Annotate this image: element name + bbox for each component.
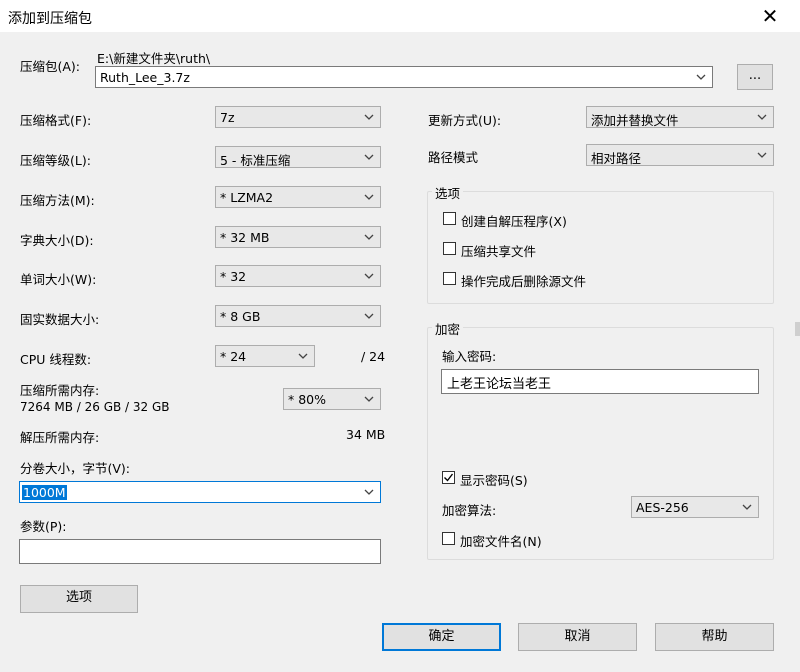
archive-path: E:\新建文件夹\ruth\ bbox=[97, 51, 211, 66]
chevron-down-icon bbox=[364, 194, 374, 200]
volume-combo[interactable]: 1000M bbox=[19, 481, 381, 503]
encryption-method-select[interactable]: AES-256 bbox=[631, 496, 759, 518]
archive-filename: Ruth_Lee_3.7z bbox=[100, 70, 190, 85]
delete-checkbox[interactable] bbox=[443, 272, 456, 285]
mem-decompress-value: 34 MB bbox=[346, 427, 386, 442]
password-input[interactable]: 上老王论坛当老王 bbox=[441, 369, 759, 394]
update-label: 更新方式(U): bbox=[428, 113, 502, 128]
archive-filename-combo[interactable]: Ruth_Lee_3.7z bbox=[95, 66, 713, 88]
archive-label: 压缩包(A): bbox=[20, 59, 81, 74]
chevron-down-icon bbox=[364, 396, 374, 402]
mem-compress-label: 压缩所需内存: bbox=[20, 383, 100, 398]
encrypt-names-label: 加密文件名(N) bbox=[460, 534, 542, 549]
sfx-label: 创建自解压程序(X) bbox=[461, 214, 567, 229]
path-mode-label: 路径模式 bbox=[428, 150, 479, 165]
level-select[interactable]: 5 - 标准压缩 bbox=[215, 146, 381, 168]
params-label: 参数(P): bbox=[20, 519, 67, 534]
window-edge bbox=[793, 32, 800, 672]
browse-button[interactable]: ... bbox=[737, 64, 773, 90]
edge-mark bbox=[795, 322, 800, 336]
method-label: 压缩方法(M): bbox=[20, 193, 95, 208]
chevron-down-icon bbox=[364, 313, 374, 319]
format-select[interactable]: 7z bbox=[215, 106, 381, 128]
window-title: 添加到压缩包 bbox=[8, 11, 92, 27]
method-value: * LZMA2 bbox=[220, 190, 274, 205]
show-password-label: 显示密码(S) bbox=[460, 473, 528, 488]
chevron-down-icon bbox=[364, 489, 374, 495]
level-label: 压缩等级(L): bbox=[20, 153, 91, 168]
word-value: * 32 bbox=[220, 269, 247, 284]
chevron-down-icon bbox=[757, 114, 767, 120]
shared-checkbox[interactable] bbox=[443, 242, 456, 255]
method-select[interactable]: * LZMA2 bbox=[215, 186, 381, 208]
encryption-method-value: AES-256 bbox=[636, 500, 689, 515]
path-mode-select[interactable]: 相对路径 bbox=[586, 144, 774, 166]
shared-label: 压缩共享文件 bbox=[461, 244, 537, 259]
solid-label: 固实数据大小: bbox=[20, 312, 100, 327]
title-bar bbox=[0, 0, 800, 32]
solid-select[interactable]: * 8 GB bbox=[215, 305, 381, 327]
format-value: 7z bbox=[220, 110, 235, 125]
volume-value: 1000M bbox=[22, 485, 67, 500]
options-group-title: 选项 bbox=[432, 183, 464, 202]
threads-value: * 24 bbox=[220, 349, 247, 364]
check-icon bbox=[444, 473, 454, 482]
level-value: 5 - 标准压缩 bbox=[220, 153, 291, 168]
chevron-down-icon bbox=[364, 273, 374, 279]
threads-max: / 24 bbox=[361, 349, 386, 364]
close-icon[interactable]: ✕ bbox=[758, 4, 782, 28]
word-label: 单词大小(W): bbox=[20, 272, 97, 287]
update-select[interactable]: 添加并替换文件 bbox=[586, 106, 774, 128]
chevron-down-icon bbox=[298, 353, 308, 359]
threads-label: CPU 线程数: bbox=[20, 352, 92, 367]
help-button[interactable]: 帮助 bbox=[655, 623, 774, 651]
mem-compress-detail: 7264 MB / 26 GB / 32 GB bbox=[20, 400, 170, 414]
mem-percent-value: * 80% bbox=[288, 392, 327, 407]
chevron-down-icon bbox=[742, 504, 752, 510]
chevron-down-icon bbox=[696, 74, 706, 80]
show-password-checkbox[interactable] bbox=[442, 471, 455, 484]
encryption-group-title: 加密 bbox=[432, 319, 464, 338]
word-select[interactable]: * 32 bbox=[215, 265, 381, 287]
path-mode-value: 相对路径 bbox=[591, 151, 642, 166]
mem-percent-select[interactable]: * 80% bbox=[283, 388, 381, 410]
encryption-method-label: 加密算法: bbox=[442, 503, 497, 518]
mem-decompress-label: 解压所需内存: bbox=[20, 430, 100, 445]
dict-select[interactable]: * 32 MB bbox=[215, 226, 381, 248]
dict-label: 字典大小(D): bbox=[20, 233, 94, 248]
sfx-checkbox[interactable] bbox=[443, 212, 456, 225]
params-input[interactable] bbox=[19, 539, 381, 564]
chevron-down-icon bbox=[364, 114, 374, 120]
chevron-down-icon bbox=[757, 152, 767, 158]
delete-label: 操作完成后删除源文件 bbox=[461, 274, 587, 289]
update-value: 添加并替换文件 bbox=[591, 113, 679, 128]
solid-value: * 8 GB bbox=[220, 309, 261, 324]
encrypt-names-checkbox[interactable] bbox=[442, 532, 455, 545]
password-label: 输入密码: bbox=[442, 349, 497, 364]
format-label: 压缩格式(F): bbox=[20, 113, 92, 128]
volume-label: 分卷大小，字节(V): bbox=[20, 461, 131, 476]
ok-button[interactable]: 确定 bbox=[382, 623, 501, 651]
threads-select[interactable]: * 24 bbox=[215, 345, 315, 367]
cancel-button[interactable]: 取消 bbox=[518, 623, 637, 651]
dict-value: * 32 MB bbox=[220, 230, 270, 245]
chevron-down-icon bbox=[364, 154, 374, 160]
chevron-down-icon bbox=[364, 234, 374, 240]
options-button[interactable]: 选项 bbox=[20, 585, 138, 613]
